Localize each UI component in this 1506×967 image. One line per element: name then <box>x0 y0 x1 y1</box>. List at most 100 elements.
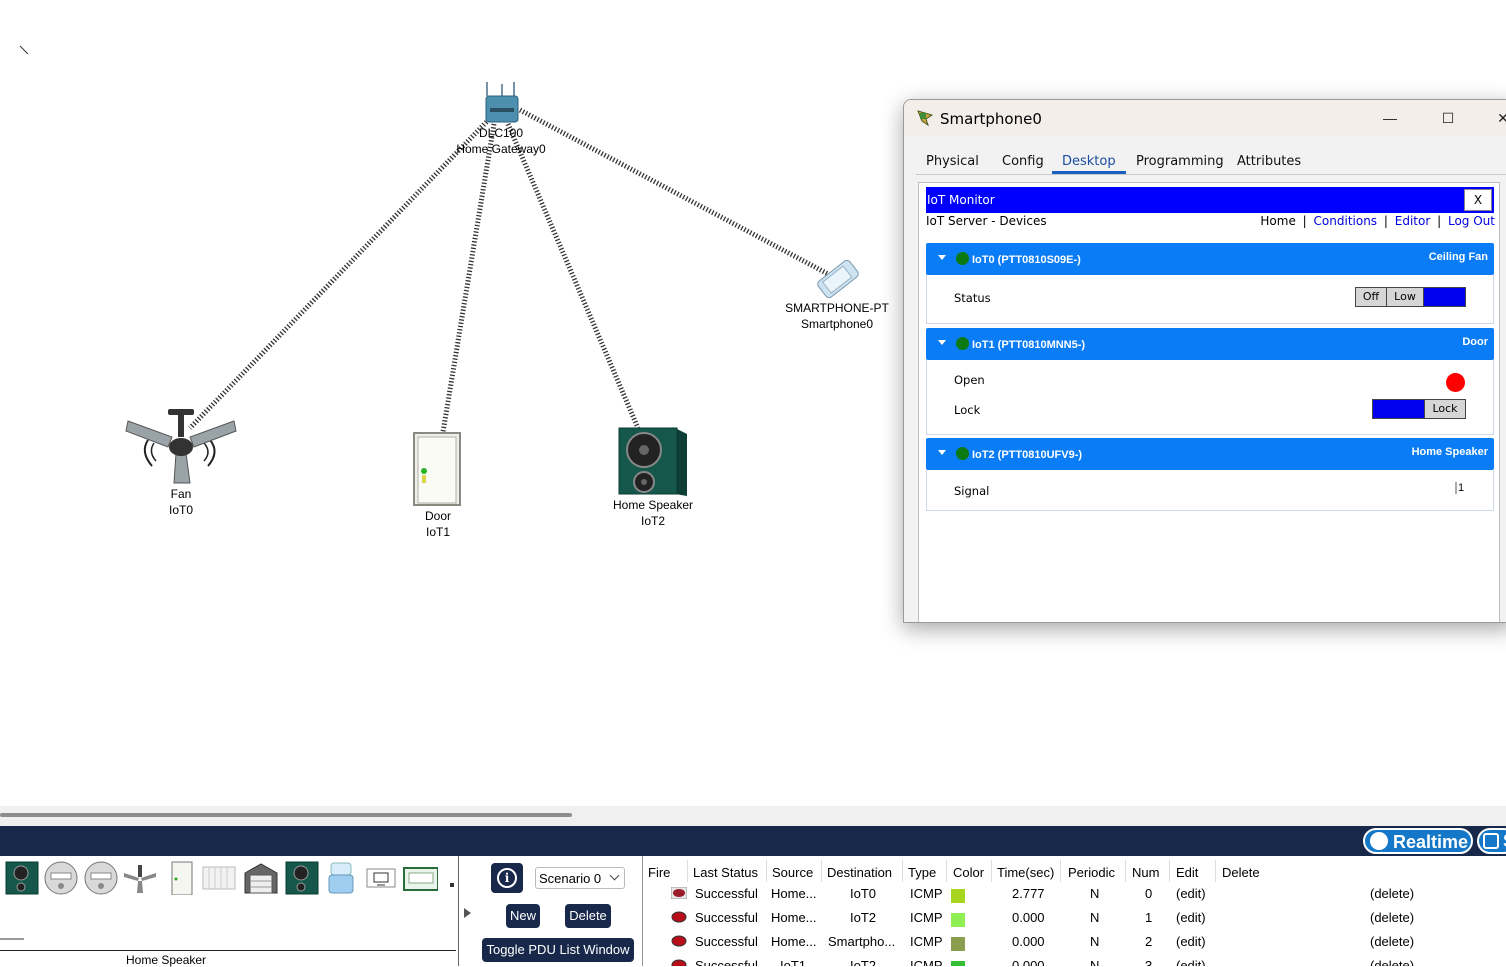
prop-label-lock: Lock <box>954 403 981 417</box>
tab-physical[interactable]: Physical <box>916 150 989 174</box>
ceiling-fan-icon[interactable] <box>124 405 238 487</box>
minimize-button[interactable]: — <box>1375 106 1405 130</box>
lcd-icon[interactable] <box>402 861 438 895</box>
device-type: Home Speaker <box>1411 446 1488 458</box>
carbon-monoxide-alarm-icon[interactable] <box>83 861 119 895</box>
window-titlebar[interactable]: Smartphone0 — ☐ ✕ <box>904 100 1506 136</box>
fan-low-option[interactable]: Low <box>1387 288 1424 306</box>
device-header-iot0[interactable]: IoT0 (PTT0810S09E-) Ceiling Fan <box>926 243 1494 275</box>
device-body-iot1: Open Lock Lock <box>926 360 1494 435</box>
edit-link[interactable]: (edit) <box>1176 886 1206 901</box>
home-gateway-icon[interactable] <box>482 80 522 126</box>
door-icon[interactable] <box>164 861 200 895</box>
speaker-icon[interactable] <box>4 861 40 895</box>
device-header-iot1[interactable]: IoT1 (PTT0810MNN5-) Door <box>926 328 1494 360</box>
col-divider <box>1060 860 1061 882</box>
delete-link[interactable]: (delete) <box>1370 958 1414 966</box>
door-icon[interactable] <box>412 431 462 507</box>
cell-num: 0 <box>1145 886 1153 901</box>
col-header-time: Time(sec) <box>997 865 1055 880</box>
lock-option[interactable]: Lock <box>1425 400 1465 418</box>
cell-time: 2.777 <box>1012 886 1045 901</box>
simulation-mode-button[interactable]: S <box>1477 828 1506 854</box>
scrollbar-thumb[interactable] <box>0 813 572 817</box>
fire-icon[interactable] <box>671 935 687 947</box>
edit-link[interactable]: (edit) <box>1176 934 1206 949</box>
fire-icon[interactable] <box>671 887 687 899</box>
link-gateway-door <box>440 123 497 433</box>
prop-label-status: Status <box>954 291 991 305</box>
realtime-mode-button[interactable]: Realtime <box>1363 828 1473 854</box>
nav-editor-link[interactable]: Editor <box>1395 214 1431 228</box>
desktop-panel: IoT Monitor X IoT Server - Devices Home … <box>918 182 1500 622</box>
smartphone-icon[interactable] <box>808 255 868 303</box>
scenario-select[interactable]: Scenario 0 <box>535 867 625 889</box>
door-model: Door <box>424 509 452 523</box>
humidifier-icon[interactable] <box>323 861 359 895</box>
tab-config[interactable]: Config <box>992 150 1054 174</box>
nav-logout-link[interactable]: Log Out <box>1448 214 1495 228</box>
webcam-icon[interactable] <box>363 861 399 895</box>
col-divider <box>766 860 767 882</box>
delete-link[interactable]: (delete) <box>1370 886 1414 901</box>
tab-attributes[interactable]: Attributes <box>1227 150 1312 174</box>
iot-monitor-close-button[interactable]: X <box>1464 189 1492 211</box>
collapse-caret-icon[interactable] <box>938 340 946 345</box>
carbon-dioxide-alarm-icon[interactable] <box>43 861 79 895</box>
window-title: Smartphone0 <box>940 110 1042 128</box>
close-button[interactable]: ✕ <box>1488 106 1506 130</box>
fan-model: Fan <box>170 487 192 501</box>
expand-arrow-icon[interactable] <box>464 908 471 918</box>
fire-icon[interactable] <box>671 959 687 966</box>
panel-splitter[interactable] <box>458 856 477 966</box>
unlock-option[interactable] <box>1373 400 1425 418</box>
device-name: IoT0 (PTT0810S09E-) <box>972 254 1081 266</box>
cell-num: 1 <box>1145 910 1153 925</box>
delete-link[interactable]: (delete) <box>1370 910 1414 925</box>
delete-link[interactable]: (delete) <box>1370 934 1414 949</box>
new-scenario-button[interactable]: New <box>506 904 540 928</box>
fan-high-option[interactable] <box>1424 288 1465 306</box>
device-name: IoT2 (PTT0810UFV9-) <box>972 449 1083 461</box>
nav-separator: | <box>1383 214 1388 228</box>
garage-door-icon[interactable] <box>243 861 279 895</box>
collapse-caret-icon[interactable] <box>938 450 946 455</box>
link-gateway-speaker <box>505 123 641 429</box>
tab-desktop[interactable]: Desktop <box>1052 150 1126 174</box>
toggle-pdu-list-button[interactable]: Toggle PDU List Window <box>482 938 634 962</box>
maximize-button[interactable]: ☐ <box>1433 106 1463 130</box>
scenario-info-button[interactable]: i <box>491 863 523 893</box>
cell-destination: IoT0 <box>850 886 877 901</box>
fire-icon[interactable] <box>671 911 687 923</box>
radiator-icon[interactable] <box>201 861 237 895</box>
delete-scenario-button[interactable]: Delete <box>565 904 611 928</box>
signal-value[interactable]: 1 <box>1455 482 1464 494</box>
cell-source: Home... <box>771 886 817 901</box>
col-divider <box>1169 860 1170 882</box>
cell-destination: IoT2 <box>850 910 877 925</box>
tab-programming[interactable]: Programming <box>1126 150 1234 174</box>
home-speaker-icon[interactable] <box>617 426 689 498</box>
speaker-icon[interactable] <box>284 861 320 895</box>
smartphone-window[interactable]: Smartphone0 — ☐ ✕ Physical Config Deskto… <box>903 99 1506 623</box>
collapse-caret-icon[interactable] <box>938 255 946 260</box>
ceiling-fan-icon[interactable] <box>122 861 158 895</box>
speaker-model: Home Speaker <box>612 498 694 512</box>
device-type: Ceiling Fan <box>1428 251 1488 263</box>
status-dot-icon <box>956 337 969 350</box>
col-header-type: Type <box>908 865 937 880</box>
cell-last-status: Successful <box>695 958 758 966</box>
simulation-icon <box>1483 833 1499 849</box>
col-header-edit: Edit <box>1176 865 1199 880</box>
nav-conditions-link[interactable]: Conditions <box>1314 214 1378 228</box>
device-header-iot2[interactable]: IoT2 (PTT0810UFV9-) Home Speaker <box>926 438 1494 470</box>
edit-link[interactable]: (edit) <box>1176 910 1206 925</box>
edit-link[interactable]: (edit) <box>1176 958 1206 966</box>
col-header-color: Color <box>953 865 985 880</box>
col-header-source: Source <box>772 865 814 880</box>
nav-separator: | <box>1437 214 1442 228</box>
col-header-num: Num <box>1132 865 1160 880</box>
iot-nav: Home | Conditions | Editor | Log Out <box>1260 214 1495 228</box>
cell-periodic: N <box>1090 910 1100 925</box>
fan-off-option[interactable]: Off <box>1356 288 1387 306</box>
